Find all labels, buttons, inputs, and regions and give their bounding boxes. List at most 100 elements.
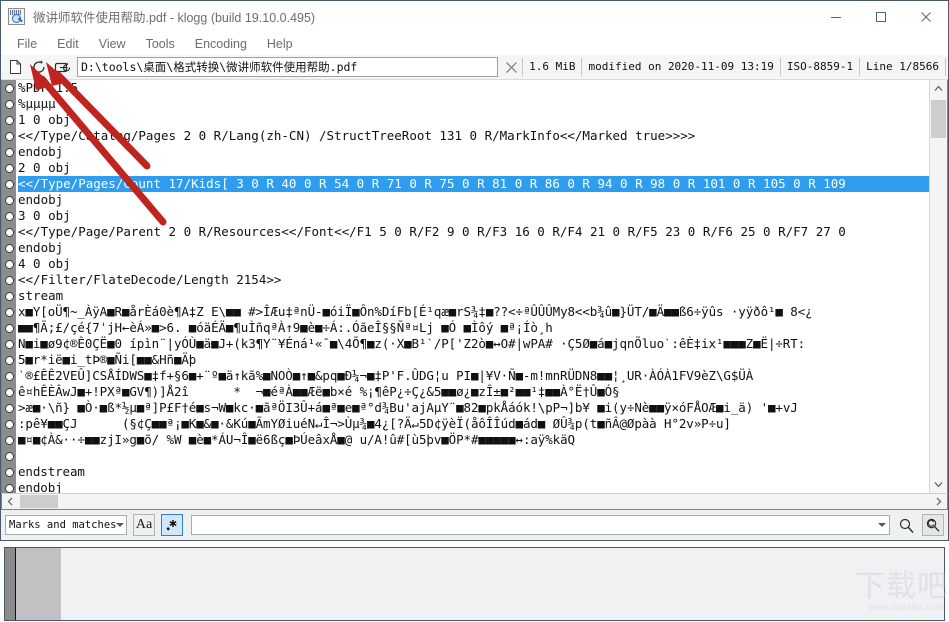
search-button[interactable] — [894, 513, 918, 537]
regex-toggle-button[interactable] — [161, 514, 183, 536]
log-line[interactable]: N■i■ø9¢®Ê0ÇË■0 ípìn¨|yÓÙ■ä■J+(k3¶Y¨¥Éná¹… — [18, 336, 929, 352]
line-marker-circle[interactable] — [2, 288, 16, 304]
filtered-results-pane — [0, 541, 949, 622]
chevron-right-icon[interactable] — [930, 494, 947, 509]
match-case-label: Aa — [135, 517, 153, 532]
line-marker-circle[interactable] — [2, 368, 16, 384]
line-marker-circle[interactable] — [2, 464, 16, 480]
open-file-icon[interactable] — [4, 56, 26, 78]
line-marker-circle[interactable] — [2, 272, 16, 288]
results-body — [61, 548, 944, 620]
window-title: 微讲师软件使用帮助.pdf - klogg (build 19.10.0.495… — [33, 11, 316, 25]
chevron-up-icon[interactable] — [930, 80, 947, 97]
log-line[interactable]: 5■r*ië■i_tÞ®■Ñi[■■&Hñ■Äþ — [18, 352, 929, 368]
log-line[interactable]: x■Y[oÜ¶~_ÀÿA■R■årÈá0è¶A‡Z E\■■ #>ÎÆu‡ªnÜ… — [18, 304, 929, 320]
menu-item-edit[interactable]: Edit — [47, 35, 89, 53]
watermark-characters: 下载吧 — [855, 569, 948, 604]
search-again-button[interactable] — [922, 514, 944, 536]
line-marker-circle[interactable] — [2, 480, 16, 493]
line-marker-circle[interactable] — [2, 304, 16, 320]
chevron-down-icon[interactable] — [878, 523, 886, 527]
results-marker-gutter — [5, 548, 15, 620]
log-line[interactable]: ê¤hÊÈÂwJ■+!PXª■GV¶)]Å2î * ¬■éªÀ■■Æë■b×é … — [18, 384, 929, 400]
log-line[interactable]: 2 0 obj — [18, 160, 929, 176]
log-line[interactable]: 4 0 obj — [18, 256, 929, 272]
line-marker-gutter[interactable] — [2, 80, 16, 493]
status-line-count: Line 1/8566 — [859, 58, 946, 76]
reload-icon[interactable] — [28, 56, 50, 78]
watermark-url: www.xiazaiba.com — [868, 602, 943, 612]
line-marker-circle[interactable] — [2, 256, 16, 272]
log-line[interactable]: endstream — [18, 464, 929, 480]
line-marker-circle[interactable] — [2, 80, 16, 96]
status-modified: modified on 2020-11-09 13:19 — [581, 58, 779, 76]
log-line[interactable]: endobj — [18, 240, 929, 256]
log-line[interactable]: ■■¶Ã;£/çé{7ˈjH←èÁ»■>6. ■óäÉÄ■¶uÌñqªÀ↑9■è… — [18, 320, 929, 336]
filtered-results-view[interactable] — [4, 547, 945, 621]
log-line[interactable] — [18, 448, 929, 464]
line-marker-circle[interactable] — [2, 160, 16, 176]
line-marker-circle[interactable] — [2, 240, 16, 256]
menu-item-tools[interactable]: Tools — [136, 35, 185, 53]
log-line[interactable]: 3 0 obj — [18, 208, 929, 224]
follow-file-icon[interactable] — [52, 56, 74, 78]
line-marker-circle[interactable] — [2, 96, 16, 112]
log-line[interactable]: stream — [18, 288, 929, 304]
line-marker-circle[interactable] — [2, 320, 16, 336]
menu-item-file[interactable]: File — [7, 35, 47, 53]
line-marker-circle[interactable] — [2, 400, 16, 416]
search-mode-value: Marks and matches — [9, 519, 117, 531]
log-line[interactable]: ˋ®£ÊÊ2VEÛ]CSÅÍDWS■‡f+§6■+¨º■ä↑kã%■NOÒ■↑■… — [18, 368, 929, 384]
toolbar: D:\tools\桌面\格式转换\微讲师软件使用帮助.pdf 1.6 MiB m… — [1, 55, 948, 80]
log-line[interactable]: endobj — [18, 144, 929, 160]
minimize-icon[interactable] — [813, 1, 858, 32]
menu-item-help[interactable]: Help — [257, 35, 303, 53]
vertical-scrollbar[interactable] — [929, 80, 947, 493]
line-marker-circle[interactable] — [2, 128, 16, 144]
line-marker-circle[interactable] — [2, 448, 16, 464]
log-line[interactable]: <</Type/Pages/Count 17/Kids[ 3 0 R 40 0 … — [18, 176, 929, 192]
log-line[interactable]: endobj — [18, 480, 929, 493]
title-bar: 微讲师软件使用帮助.pdf - klogg (build 19.10.0.495… — [1, 1, 948, 33]
menu-item-encoding[interactable]: Encoding — [185, 35, 257, 53]
line-marker-circle[interactable] — [2, 384, 16, 400]
maximize-icon[interactable] — [858, 1, 903, 32]
line-marker-circle[interactable] — [2, 208, 16, 224]
log-line[interactable]: 1 0 obj — [18, 112, 929, 128]
log-line[interactable]: <</Type/Page/Parent 2 0 R/Resources<</Fo… — [18, 224, 929, 240]
log-line[interactable]: :pê¥■■ÇJ (§¢Ç■■ª¡■K■&■·&Kú■ÃmYØiuéN↵Î¬>Ù… — [18, 416, 929, 432]
search-bar: Marks and matches Aa — [1, 510, 948, 540]
vertical-scrollbar-thumb[interactable] — [931, 100, 946, 138]
close-icon[interactable] — [903, 1, 948, 32]
line-marker-circle[interactable] — [2, 192, 16, 208]
search-input[interactable] — [191, 515, 890, 535]
menu-item-view[interactable]: View — [89, 35, 136, 53]
log-lines[interactable]: %PDF-1.5 %µµµµ 1 0 obj <</Type/Catalog/Page… — [16, 80, 929, 493]
horizontal-scrollbar-thumb[interactable] — [20, 495, 58, 508]
status-file-size: 1.6 MiB — [522, 58, 581, 76]
klogg-main-window: 微讲师软件使用帮助.pdf - klogg (build 19.10.0.495… — [0, 0, 949, 541]
line-marker-circle[interactable] — [2, 112, 16, 128]
search-mode-select[interactable]: Marks and matches — [5, 515, 127, 535]
horizontal-scrollbar[interactable] — [1, 493, 948, 510]
line-marker-circle[interactable] — [2, 416, 16, 432]
line-marker-circle[interactable] — [2, 176, 16, 192]
log-line[interactable]: %PDF-1.5 — [18, 80, 929, 96]
line-marker-circle[interactable] — [2, 352, 16, 368]
log-line[interactable]: ■¤■¢À&··÷■■zjI»g■õ/ %W ■è■*ÁU¬Î■ë6ßç■ÞÚe… — [18, 432, 929, 448]
stop-icon[interactable] — [500, 56, 522, 78]
log-line[interactable]: <</Type/Catalog/Pages 2 0 R/Lang(zh-CN) … — [18, 128, 929, 144]
file-path-field[interactable]: D:\tools\桌面\格式转换\微讲师软件使用帮助.pdf — [77, 57, 499, 77]
line-marker-circle[interactable] — [2, 432, 16, 448]
line-marker-circle[interactable] — [2, 224, 16, 240]
log-line[interactable]: %µµµµ — [18, 96, 929, 112]
match-case-button[interactable]: Aa — [133, 514, 155, 536]
chevron-down-icon[interactable] — [930, 476, 947, 493]
chevron-left-icon[interactable] — [2, 494, 19, 509]
line-marker-circle[interactable] — [2, 144, 16, 160]
file-path-value: D:\tools\桌面\格式转换\微讲师软件使用帮助.pdf — [81, 60, 358, 74]
line-marker-circle[interactable] — [2, 336, 16, 352]
log-line[interactable]: endobj — [18, 192, 929, 208]
log-line[interactable]: >æ■·\ñ} ■Ò·■ß*½µ■ª]P£F†é■s¬W■kc·■ãªÖI3Û+… — [18, 400, 929, 416]
log-line[interactable]: <</Filter/FlateDecode/Length 2154>> — [18, 272, 929, 288]
